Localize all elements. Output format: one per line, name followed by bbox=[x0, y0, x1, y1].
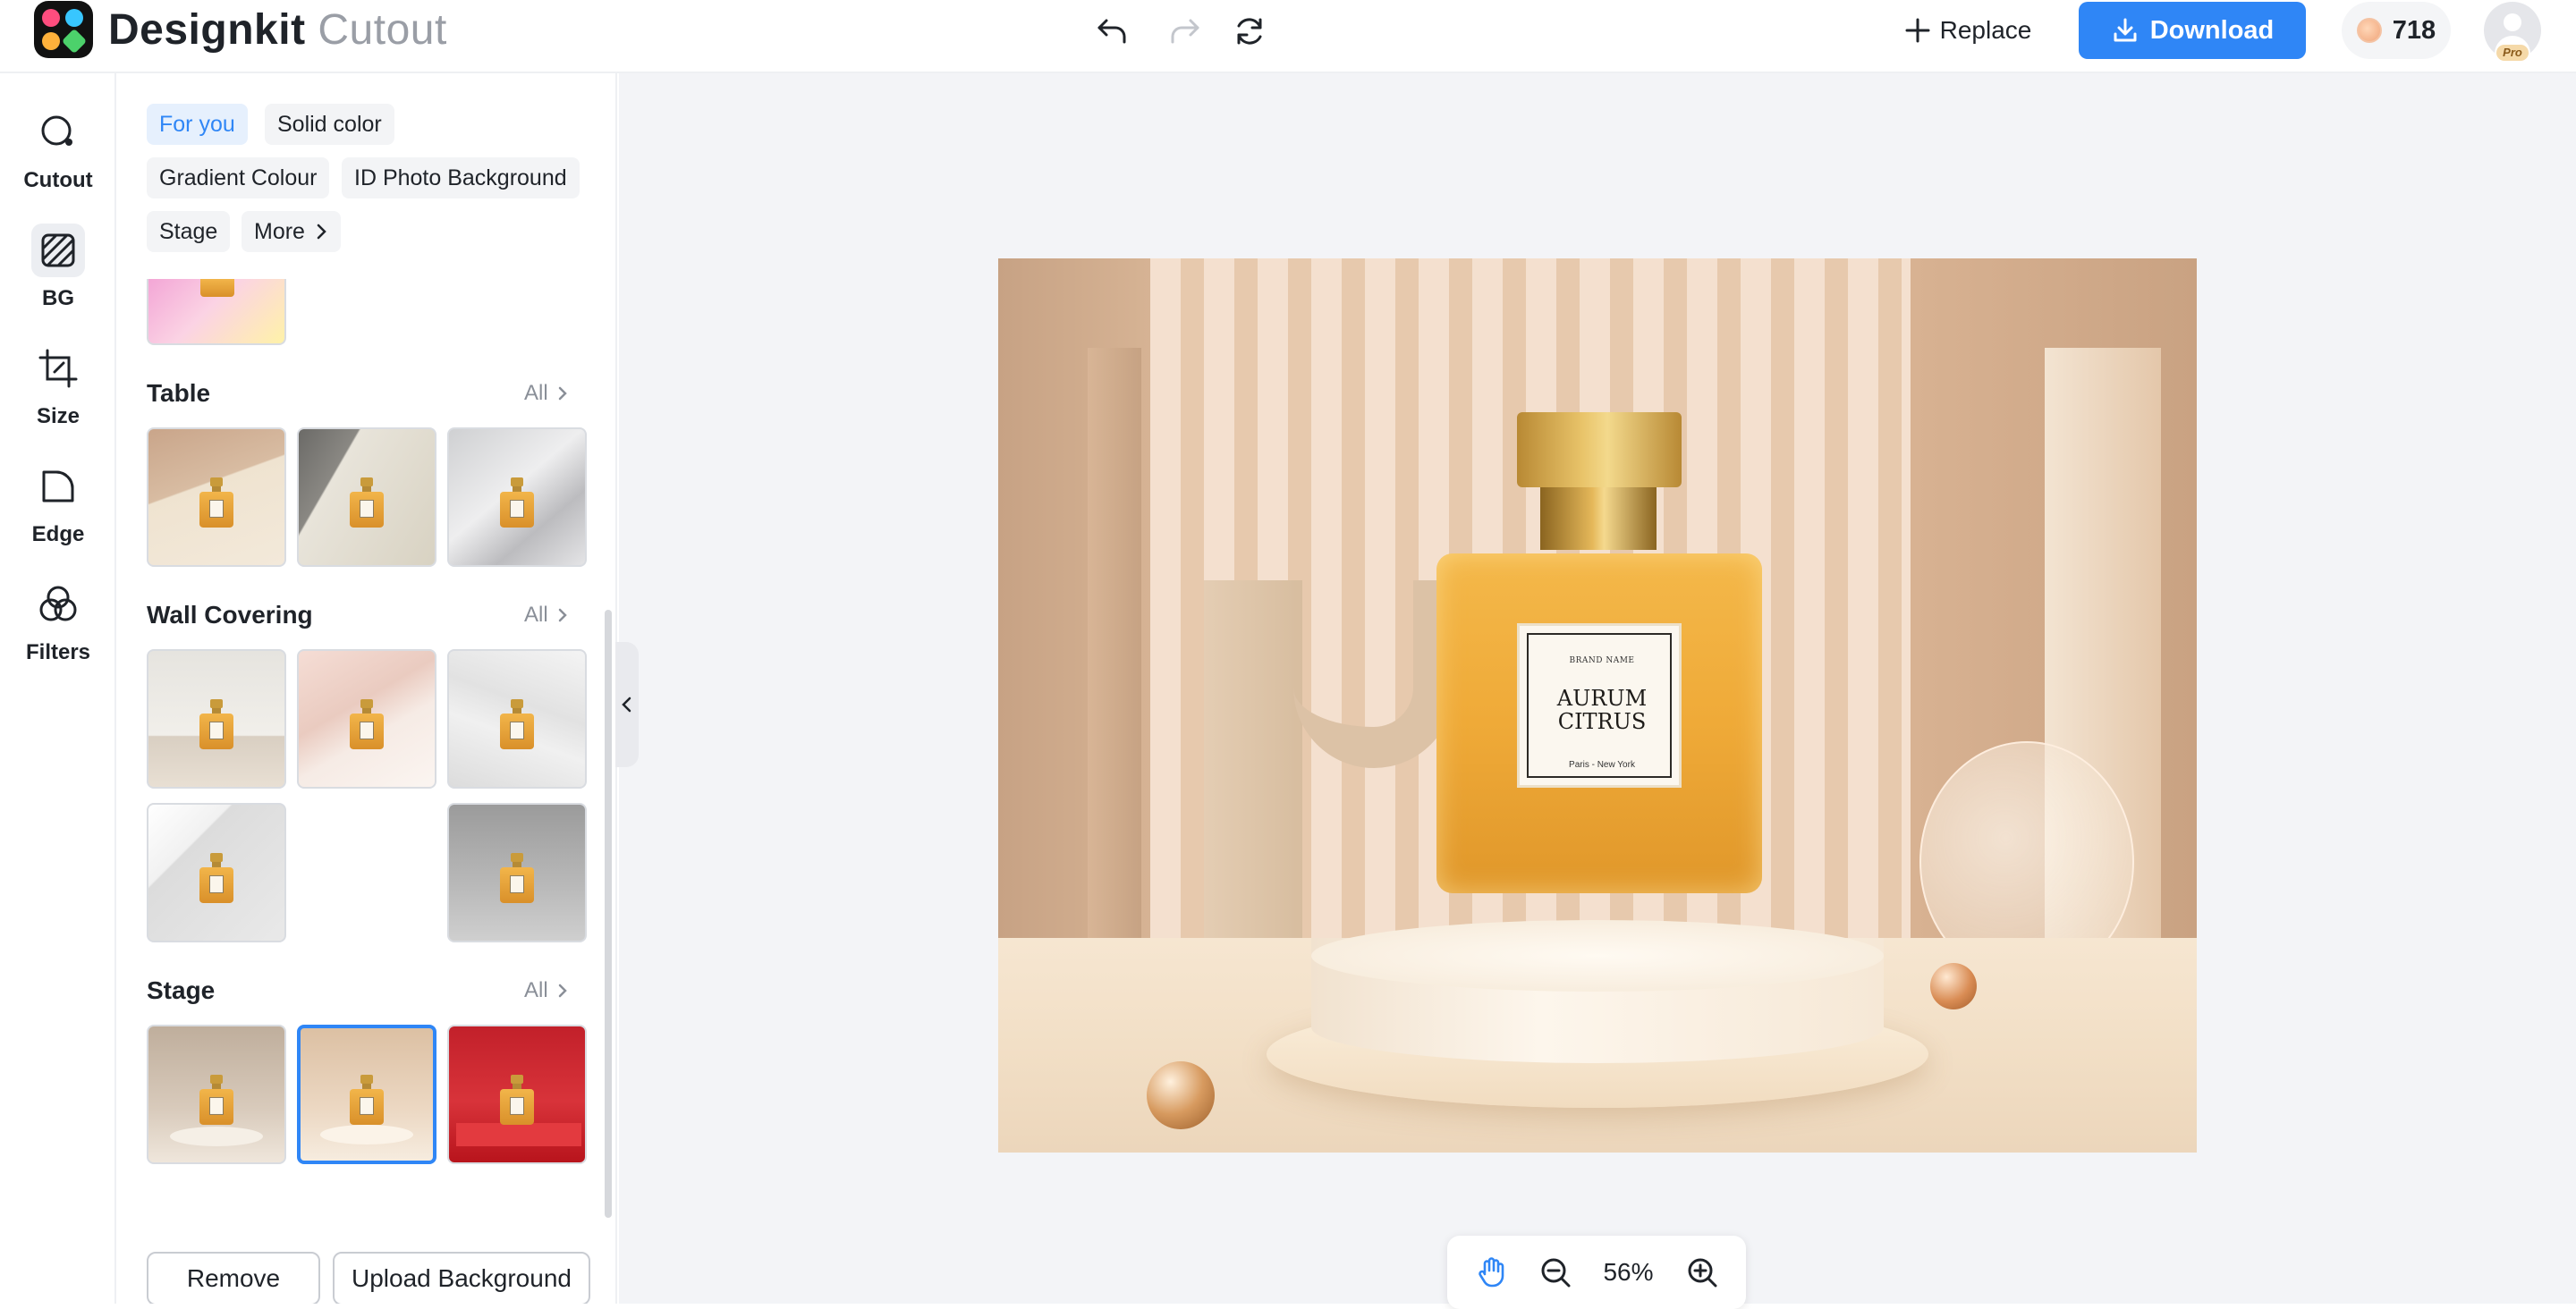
stage-all-link[interactable]: All bbox=[524, 978, 568, 1003]
zoom-out-icon[interactable] bbox=[1531, 1248, 1580, 1296]
app-name: Designkit bbox=[108, 6, 306, 54]
designkit-logo-icon bbox=[34, 1, 93, 58]
wall-covering-thumbnail[interactable] bbox=[147, 803, 286, 942]
rail-item-bg[interactable]: BG bbox=[0, 224, 116, 322]
crop-icon bbox=[31, 342, 85, 395]
app-module: Cutout bbox=[318, 6, 447, 54]
stage-thumbnail[interactable] bbox=[147, 1025, 286, 1164]
replace-button[interactable]: Replace bbox=[1896, 9, 2039, 52]
stage-thumbnail-selected[interactable] bbox=[297, 1025, 436, 1164]
wall-covering-thumbnail[interactable] bbox=[447, 649, 587, 789]
refresh-icon[interactable] bbox=[1229, 11, 1270, 52]
rail-item-size[interactable]: Size bbox=[0, 342, 116, 440]
download-icon bbox=[2114, 18, 2137, 42]
chip-for-you[interactable]: For you bbox=[147, 104, 248, 145]
replace-label: Replace bbox=[1939, 16, 2032, 44]
bottle-label: BRAND NAME AURUM CITRUS Paris - New York bbox=[1517, 623, 1682, 788]
download-label: Download bbox=[2149, 15, 2275, 45]
chip-id-photo-background[interactable]: ID Photo Background bbox=[342, 157, 580, 198]
table-thumbnail[interactable] bbox=[297, 427, 436, 567]
rail-item-edge[interactable]: Edge bbox=[0, 460, 116, 558]
chip-more-label: More bbox=[254, 219, 305, 244]
table-thumbnail[interactable] bbox=[447, 427, 587, 567]
rail-label-edge: Edge bbox=[31, 522, 85, 546]
bottle-neck bbox=[1540, 487, 1657, 550]
top-bar: Designkit Cutout Replace Download 718 Pr… bbox=[0, 0, 2576, 73]
zoom-toolbar: 56% bbox=[1447, 1236, 1746, 1309]
tool-rail: Cutout BG Size Edge Filters bbox=[0, 73, 116, 1304]
remove-button[interactable]: Remove bbox=[147, 1252, 320, 1304]
label-line-2: CITRUS bbox=[1557, 709, 1647, 734]
rail-item-filters[interactable]: Filters bbox=[0, 578, 116, 676]
table-all-link[interactable]: All bbox=[524, 381, 568, 406]
chevron-left-icon bbox=[622, 697, 631, 713]
label-brand: BRAND NAME bbox=[1569, 656, 1635, 665]
label-city: Paris - New York bbox=[1569, 760, 1635, 770]
image-canvas[interactable]: BRAND NAME AURUM CITRUS Paris - New York bbox=[998, 258, 2197, 1153]
filters-icon bbox=[31, 578, 85, 631]
plus-icon bbox=[1905, 18, 1930, 43]
rail-label-filters: Filters bbox=[25, 640, 91, 664]
cutout-icon bbox=[31, 106, 85, 159]
credits-count: 718 bbox=[2392, 15, 2436, 45]
gold-sphere bbox=[1930, 963, 1977, 1009]
collapse-panel-handle[interactable] bbox=[615, 642, 639, 767]
section-title-wall-covering: Wall Covering bbox=[147, 601, 313, 629]
podium-top bbox=[1311, 920, 1884, 992]
background-panel: For you Solid color Gradient Colour ID P… bbox=[118, 73, 617, 1304]
rail-label-cutout: Cutout bbox=[23, 168, 93, 192]
label-line-1: AURUM bbox=[1556, 686, 1648, 711]
stage-thumbnail[interactable] bbox=[447, 1025, 587, 1164]
upload-background-button[interactable]: Upload Background bbox=[333, 1252, 590, 1304]
rail-label-bg: BG bbox=[42, 286, 74, 310]
chip-stage[interactable]: Stage bbox=[147, 211, 231, 252]
rail-label-size: Size bbox=[36, 404, 80, 428]
arch-shape bbox=[1293, 580, 1454, 768]
download-button[interactable]: Download bbox=[2079, 2, 2306, 59]
panel-scrollbar[interactable] bbox=[605, 610, 612, 1218]
section-title-stage: Stage bbox=[147, 976, 216, 1004]
wall-covering-thumbnail[interactable] bbox=[297, 649, 436, 789]
app-title: Designkit Cutout bbox=[108, 2, 447, 59]
coin-icon bbox=[2356, 18, 2382, 43]
left-pillar bbox=[1088, 348, 1141, 965]
redo-icon[interactable] bbox=[1165, 11, 1206, 52]
chip-more[interactable]: More bbox=[242, 211, 341, 252]
rail-item-cutout[interactable]: Cutout bbox=[0, 106, 116, 204]
gradient-thumbnail[interactable] bbox=[147, 279, 286, 345]
chevron-right-icon bbox=[558, 386, 567, 401]
chevron-right-icon bbox=[317, 224, 326, 240]
background-icon bbox=[31, 224, 85, 277]
edge-icon bbox=[31, 460, 85, 513]
wall-covering-thumbnail[interactable] bbox=[447, 803, 587, 942]
zoom-in-icon[interactable] bbox=[1678, 1248, 1726, 1296]
chip-solid-color[interactable]: Solid color bbox=[265, 104, 394, 145]
zoom-level: 56% bbox=[1603, 1258, 1654, 1286]
bottle-cap bbox=[1517, 412, 1682, 487]
undo-icon[interactable] bbox=[1091, 11, 1132, 52]
hand-icon[interactable] bbox=[1468, 1248, 1516, 1296]
table-thumbnail[interactable] bbox=[147, 427, 286, 567]
gold-sphere bbox=[1147, 1061, 1215, 1129]
pro-badge: Pro bbox=[2496, 45, 2529, 61]
stage-all-label: All bbox=[524, 978, 548, 1002]
table-all-label: All bbox=[524, 381, 548, 405]
wall-covering-all-link[interactable]: All bbox=[524, 603, 568, 628]
section-title-table: Table bbox=[147, 379, 211, 407]
wall-covering-all-label: All bbox=[524, 603, 548, 627]
wall-covering-thumbnail[interactable] bbox=[147, 649, 286, 789]
chevron-right-icon bbox=[558, 608, 567, 622]
credits-balance[interactable]: 718 bbox=[2342, 2, 2451, 59]
chip-gradient-colour[interactable]: Gradient Colour bbox=[147, 157, 330, 198]
chevron-right-icon bbox=[558, 984, 567, 998]
